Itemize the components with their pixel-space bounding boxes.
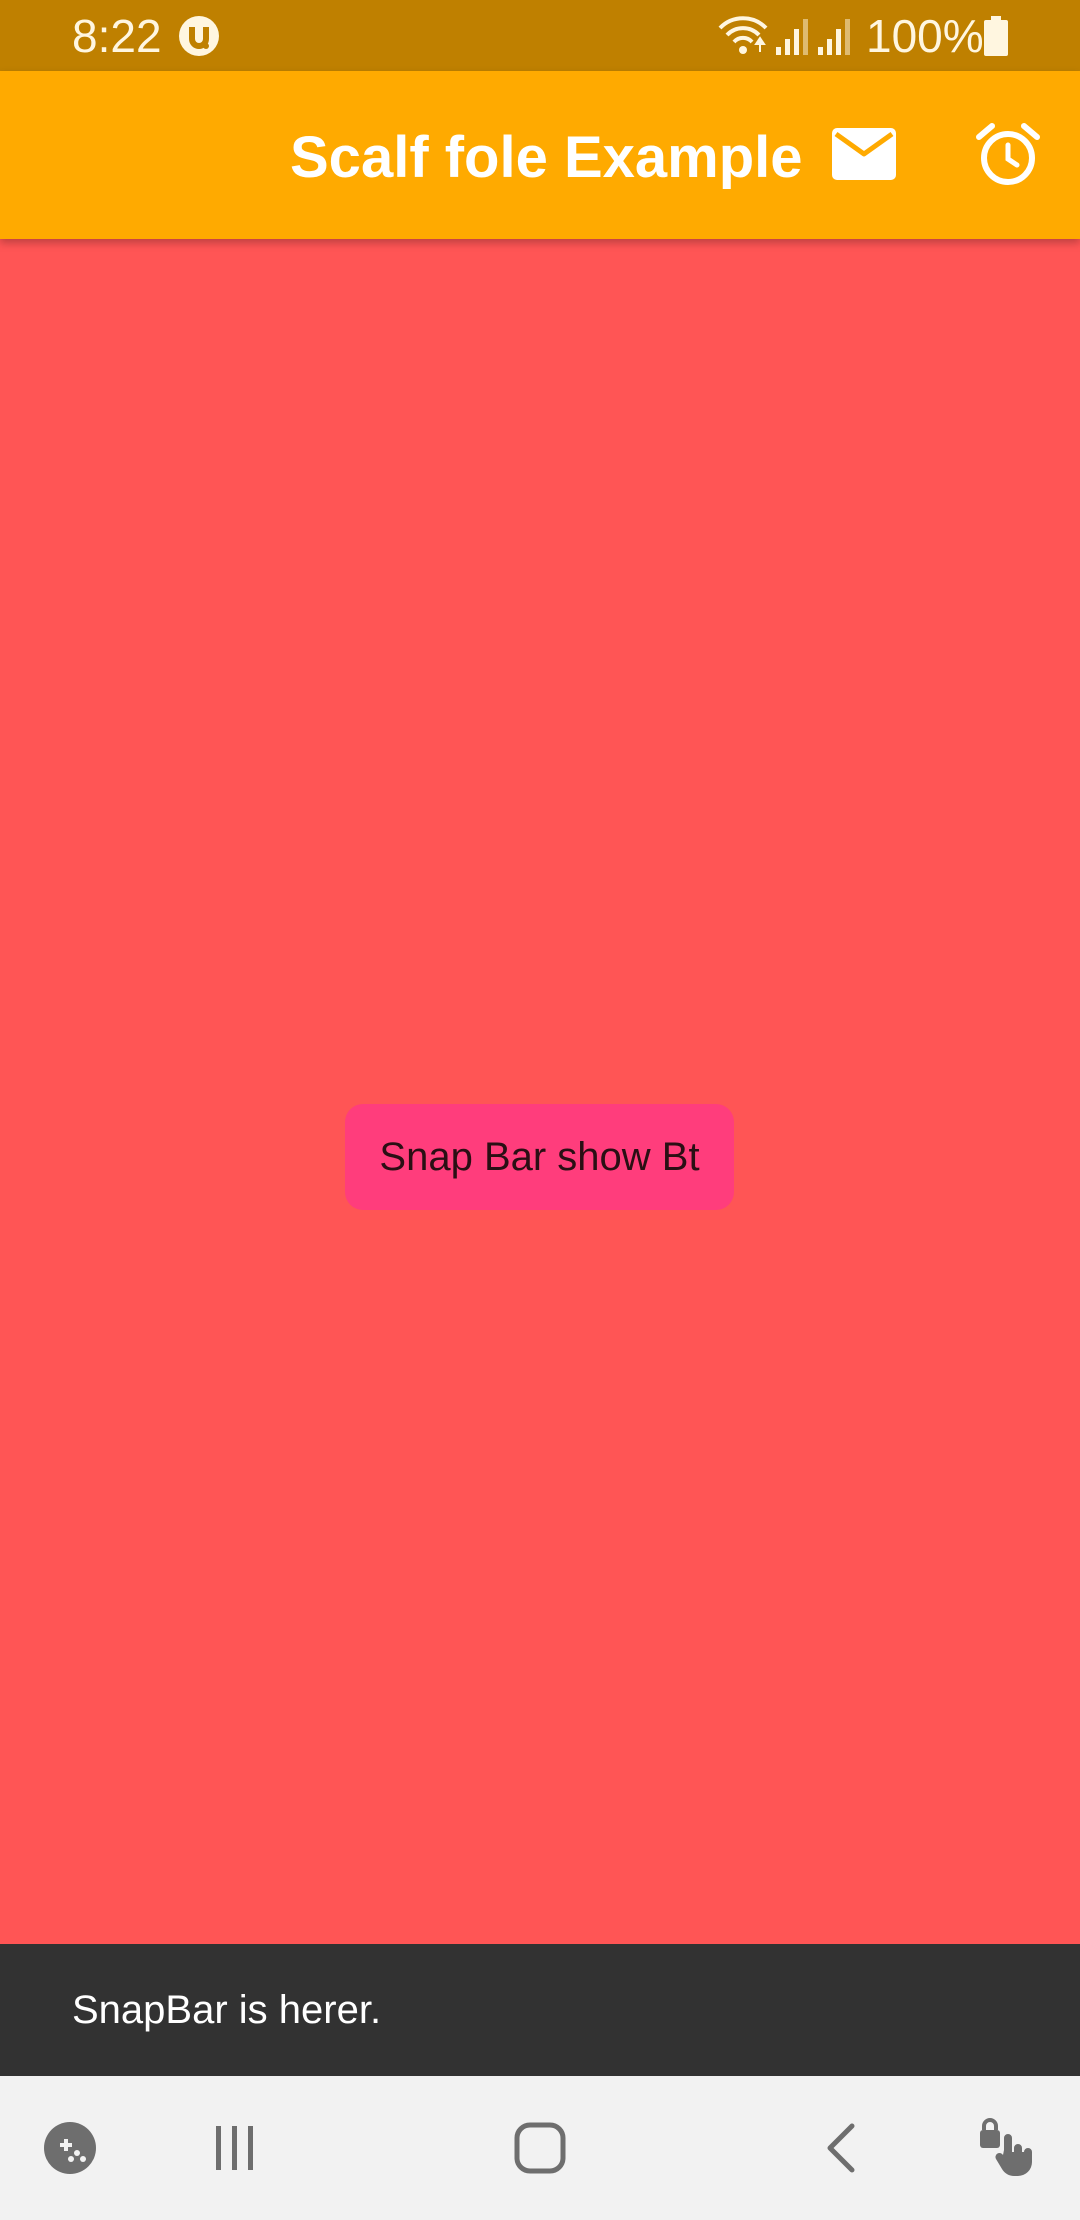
utorrent-icon: [179, 16, 219, 56]
signal-icon: [776, 19, 808, 55]
navigation-bar: [0, 2076, 1080, 2220]
app-bar: Scalf fole Example: [0, 71, 1080, 239]
battery-percentage: 100%: [866, 10, 984, 62]
alarm-icon[interactable]: [975, 121, 1041, 187]
snackbar: SnapBar is herer.: [0, 1944, 1080, 2076]
snap-bar-show-button[interactable]: Snap Bar show Bt: [345, 1104, 734, 1210]
touch-lock-icon[interactable]: [976, 2116, 1042, 2182]
battery-icon: [984, 16, 1008, 56]
status-bar: 8:22 100%: [0, 0, 1080, 71]
mail-icon[interactable]: [832, 128, 896, 180]
recents-icon[interactable]: [210, 2120, 260, 2176]
back-icon[interactable]: [822, 2120, 862, 2176]
game-launcher-icon[interactable]: [43, 2121, 97, 2175]
app-screen: 8:22 100% Scalf fole Example Snap Bar sh…: [0, 0, 1080, 2220]
status-time: 8:22: [72, 10, 162, 62]
wifi-icon: [718, 16, 768, 54]
snackbar-message: SnapBar is herer.: [72, 1988, 382, 2032]
signal-icon: [818, 19, 850, 55]
home-icon[interactable]: [512, 2120, 568, 2176]
app-bar-title: Scalf fole Example: [290, 125, 803, 190]
